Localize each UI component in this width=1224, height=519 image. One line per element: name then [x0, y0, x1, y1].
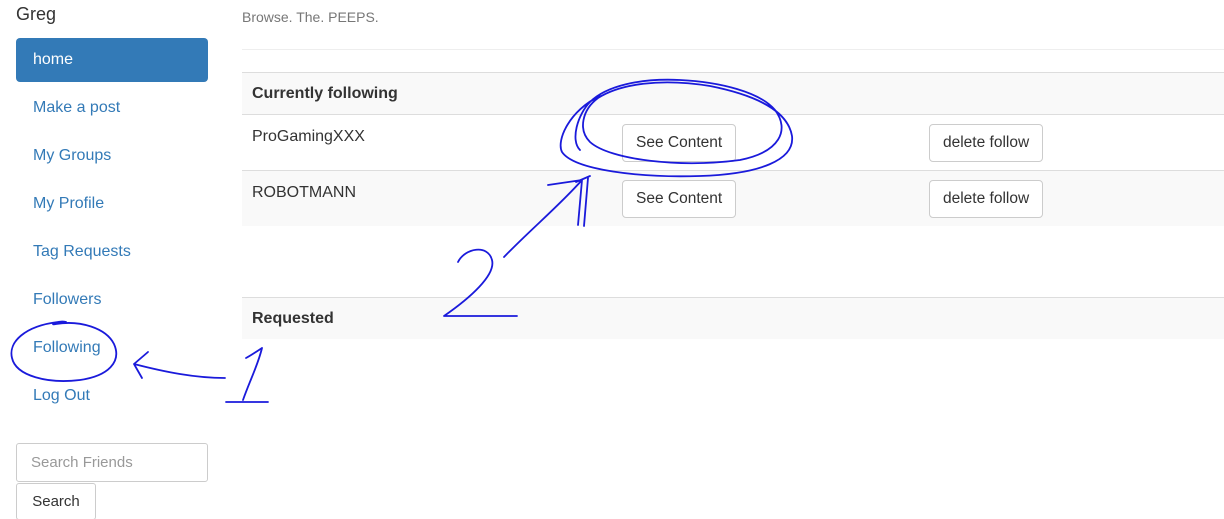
nav-item-log-out[interactable]: Log Out	[16, 374, 208, 418]
search-friends-input[interactable]	[16, 443, 208, 482]
nav-item-tag-requests[interactable]: Tag Requests	[16, 230, 208, 274]
following-table: Currently following ProGamingXXX See Con…	[242, 72, 1224, 226]
app-root: Greg home Make a post My Groups My Profi…	[0, 0, 1224, 519]
nav-item-following[interactable]: Following	[16, 326, 208, 370]
nav-item-make-a-post[interactable]: Make a post	[16, 86, 208, 130]
followed-user-name: ROBOTMANN	[252, 184, 356, 201]
nav-item-my-profile[interactable]: My Profile	[16, 182, 208, 226]
see-content-button[interactable]: See Content	[622, 124, 737, 162]
nav-item-home[interactable]: home	[16, 38, 208, 82]
page-tagline: Browse. The. PEEPS.	[242, 9, 379, 25]
nav-item-followers[interactable]: Followers	[16, 278, 208, 322]
table-row: ProGamingXXX See Content delete follow	[242, 114, 1224, 170]
annotation-digit-1	[225, 347, 269, 403]
table-row: ROBOTMANN See Content delete follow	[242, 170, 1224, 226]
delete-follow-button[interactable]: delete follow	[929, 124, 1044, 162]
followed-user-name: ProGamingXXX	[252, 128, 365, 145]
following-table-header: Currently following	[242, 72, 1224, 114]
nav-item-my-groups[interactable]: My Groups	[16, 134, 208, 178]
see-content-button[interactable]: See Content	[622, 180, 737, 218]
requested-table: Requested	[242, 297, 1224, 339]
username-label: Greg	[16, 4, 57, 24]
search-button[interactable]: Search	[16, 483, 96, 519]
sidebar-nav: home Make a post My Groups My Profile Ta…	[16, 38, 208, 422]
requested-table-header: Requested	[242, 297, 1224, 339]
delete-follow-button[interactable]: delete follow	[929, 180, 1044, 218]
header-divider	[242, 49, 1224, 50]
